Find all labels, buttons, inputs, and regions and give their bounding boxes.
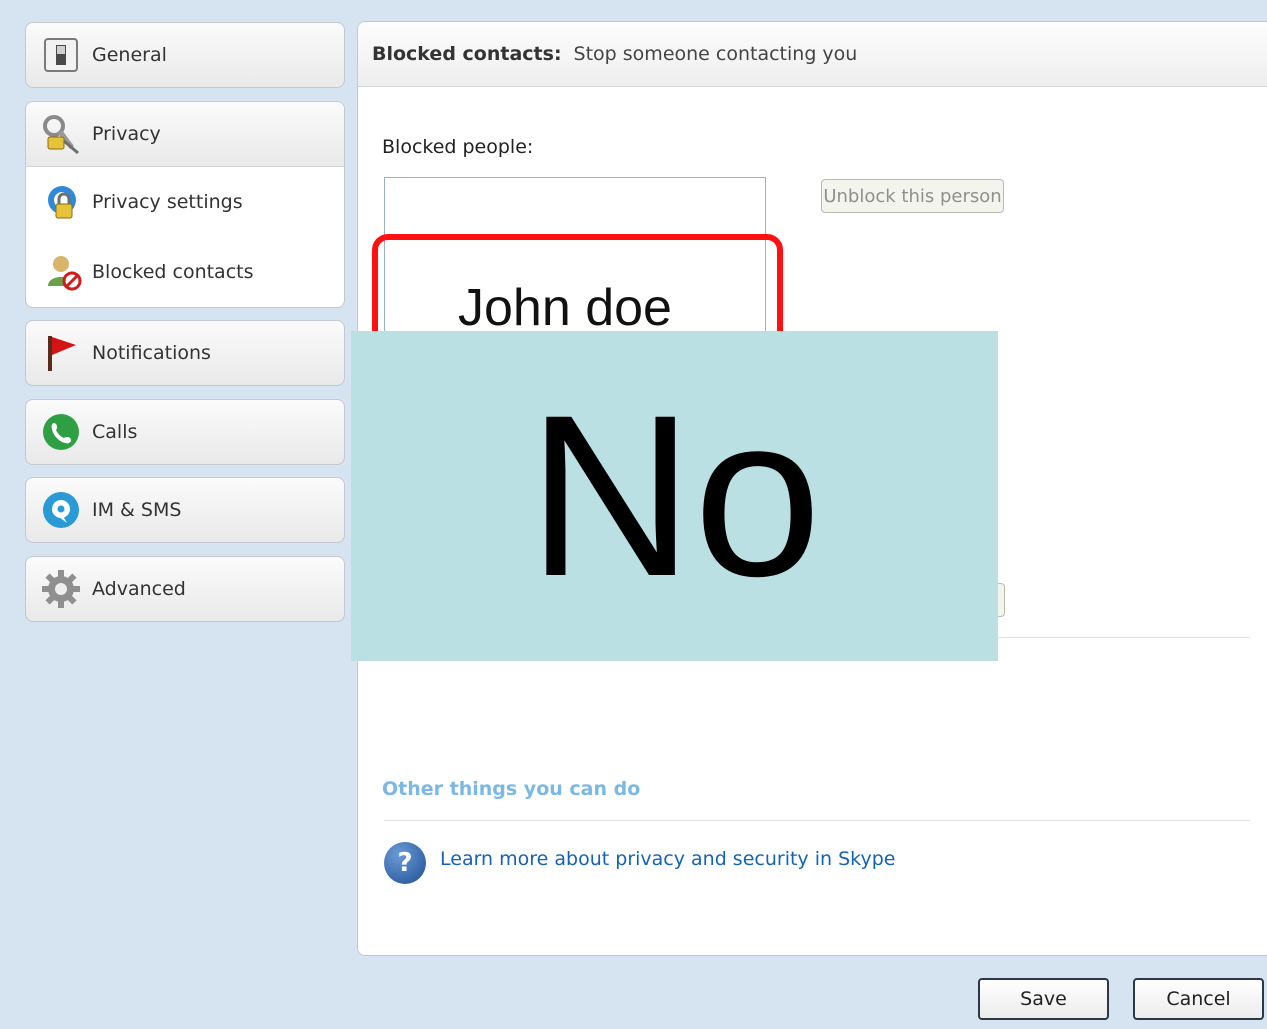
switch-icon [40,34,82,76]
privacy-help-link[interactable]: Learn more about privacy and security in… [440,848,895,870]
sidebar-item-label: Privacy [92,123,161,145]
annotation-overlay-text: No [527,367,822,624]
chat-bubble-icon [40,489,82,531]
sidebar-item-label: Advanced [92,578,186,600]
panel-title: Blocked contacts: [372,43,562,65]
annotation-highlight-text: John doe [458,279,672,337]
other-things-heading: Other things you can do [382,778,641,800]
sidebar-item-privacy-settings[interactable]: Privacy settings [26,167,344,237]
sidebar-item-label: Notifications [92,342,211,364]
sidebar-item-advanced[interactable]: Advanced [25,556,345,622]
annotation-overlay: No [351,331,998,661]
sidebar-item-privacy[interactable]: Privacy [26,102,344,167]
blocked-user-icon [44,252,84,292]
sidebar-item-notifications[interactable]: Notifications [25,320,345,386]
keys-icon [40,113,82,155]
sidebar-item-label: Privacy settings [92,191,243,213]
sidebar-item-general[interactable]: General [25,22,345,88]
sidebar-item-label: Blocked contacts [92,261,254,283]
red-flag-icon [40,332,82,374]
sidebar-item-im-sms[interactable]: IM & SMS [25,477,345,543]
sidebar-item-calls[interactable]: Calls [25,399,345,465]
question-icon: ? [384,842,426,884]
unblock-button[interactable]: Unblock this person [821,179,1004,213]
divider [384,820,1250,821]
sidebar-item-label: Calls [92,421,138,443]
save-button[interactable]: Save [978,978,1109,1020]
phone-icon [40,411,82,453]
sidebar-item-label: General [92,44,167,66]
panel-header: Blocked contacts: Stop someone contactin… [358,22,1267,87]
panel-subtitle: Stop someone contacting you [573,43,858,65]
privacy-group: Privacy Privacy settings Blocked contact… [25,101,345,308]
blocked-people-label: Blocked people: [382,136,534,158]
cancel-button[interactable]: Cancel [1133,978,1264,1020]
privacy-lock-icon [44,182,84,222]
gear-icon [40,568,82,610]
sidebar-item-blocked-contacts[interactable]: Blocked contacts [26,237,344,307]
sidebar-item-label: IM & SMS [92,499,182,521]
divider [998,637,1250,638]
